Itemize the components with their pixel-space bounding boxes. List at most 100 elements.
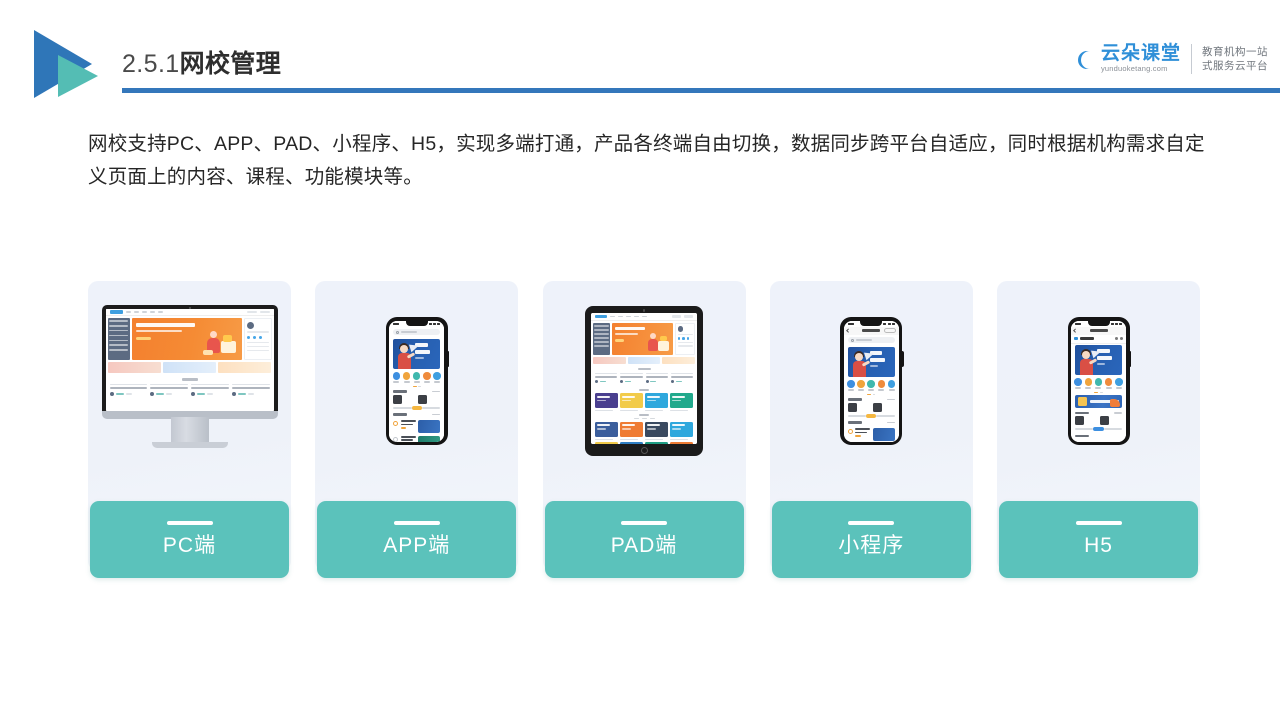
course-tile: [670, 393, 693, 409]
section-header: [1071, 431, 1126, 439]
device-card-h5[interactable]: H5: [997, 281, 1200, 578]
category-item[interactable]: [1104, 378, 1113, 389]
device-card-app[interactable]: APP端: [315, 281, 519, 578]
category-item[interactable]: [1084, 378, 1093, 389]
section-heading: [591, 386, 697, 393]
category-item[interactable]: [867, 380, 875, 391]
banner-headline: [135, 323, 195, 327]
course-tile-item[interactable]: [645, 393, 668, 412]
course-card[interactable]: [1100, 416, 1122, 426]
device-card-pad[interactable]: PAD端: [542, 281, 746, 578]
course-list-item[interactable]: [389, 418, 444, 434]
buy-badge[interactable]: [866, 413, 877, 418]
device-card-miniprogram[interactable]: 小程序: [769, 281, 973, 578]
category-icon-row: [1071, 375, 1126, 391]
category-item[interactable]: [433, 372, 441, 383]
course-card[interactable]: [1075, 416, 1097, 426]
buy-badge[interactable]: [411, 405, 422, 410]
tile-caption: [595, 438, 613, 440]
webcam-icon: [642, 309, 646, 312]
back-icon[interactable]: [846, 328, 850, 333]
more-link[interactable]: [886, 421, 895, 424]
buy-badge[interactable]: [1093, 427, 1104, 432]
course-tile-item[interactable]: [645, 442, 668, 444]
course-tile-item[interactable]: [620, 442, 643, 444]
course-tile: [620, 421, 643, 437]
category-item[interactable]: [423, 372, 431, 383]
course-tile-item[interactable]: [645, 421, 668, 440]
course-tile-item[interactable]: [670, 442, 693, 444]
course-list-item[interactable]: [389, 433, 444, 442]
course-tile-item[interactable]: [620, 393, 643, 412]
course-tile-item[interactable]: [595, 393, 618, 412]
back-icon[interactable]: [1073, 328, 1078, 333]
course-tile-item[interactable]: [670, 421, 693, 440]
nav-item: [618, 315, 623, 318]
promo-banner-row: [106, 362, 274, 373]
course-tile-item[interactable]: [620, 421, 643, 440]
category-item[interactable]: [392, 372, 401, 383]
more-link[interactable]: [886, 398, 895, 401]
course-card[interactable]: [393, 394, 415, 404]
category-item[interactable]: [402, 372, 411, 383]
category-item[interactable]: [887, 380, 896, 391]
category-item[interactable]: [1115, 378, 1123, 389]
ipad-device: [585, 306, 703, 456]
category-item[interactable]: [1074, 378, 1082, 389]
header-actions: [1114, 337, 1123, 340]
device-label-h5[interactable]: H5: [999, 501, 1198, 578]
iphone-device: [385, 317, 450, 445]
desktop-site-mock: [105, 309, 274, 411]
search-icon: [850, 338, 854, 342]
device-label-app[interactable]: APP端: [317, 501, 517, 578]
section-heading: [591, 364, 697, 373]
device-label-pad[interactable]: PAD端: [544, 501, 744, 578]
iphone-device: [840, 317, 904, 445]
section-header: [1071, 408, 1126, 416]
course-thumbnail: [1075, 416, 1084, 426]
device-card-pc[interactable]: PC端: [88, 281, 291, 578]
banner-line3: [1097, 363, 1106, 365]
course-tile: [670, 421, 693, 437]
label-divider-bar: [393, 521, 440, 525]
category-item[interactable]: [857, 380, 865, 391]
course-list-item[interactable]: [844, 426, 899, 442]
course-tile-item[interactable]: [595, 421, 618, 440]
category-item[interactable]: [1094, 378, 1103, 389]
search-bar[interactable]: [389, 327, 444, 338]
capsule-menu-icon[interactable]: [883, 328, 896, 333]
course-card[interactable]: [418, 394, 440, 404]
more-link[interactable]: [1114, 412, 1122, 414]
category-item[interactable]: [877, 380, 886, 391]
course-card[interactable]: [847, 402, 870, 412]
h5-home-mock: [1071, 320, 1126, 442]
device-label-pc[interactable]: PC端: [90, 501, 289, 578]
label-divider-bar: [166, 521, 213, 525]
miniprogram-home-mock: [843, 320, 899, 442]
course-tile-item[interactable]: [670, 393, 693, 412]
course-tile-item[interactable]: [595, 442, 618, 444]
device-label-miniprogram[interactable]: 小程序: [771, 501, 971, 578]
course-card[interactable]: [872, 402, 895, 412]
category-item[interactable]: [412, 372, 421, 383]
search-bar[interactable]: [844, 335, 899, 346]
more-link[interactable]: [432, 413, 441, 416]
site-logo-icon: [1074, 336, 1078, 341]
brand-tagline-line2: 式服务云平台: [1202, 60, 1268, 72]
clock-text: [393, 322, 400, 325]
promo-ad-banner[interactable]: [1075, 395, 1122, 409]
course-item: [231, 383, 270, 397]
imac-device: [101, 305, 278, 457]
course-item: [191, 383, 229, 397]
login-button: [246, 310, 257, 314]
category-row: [109, 329, 128, 332]
panel-row: [246, 345, 269, 348]
course-tile-grid: [591, 393, 697, 412]
device-label-text: 小程序: [838, 534, 905, 557]
phone-display: [843, 320, 899, 442]
avatar: [677, 326, 683, 332]
nav-item: [157, 311, 163, 313]
more-link[interactable]: [432, 390, 441, 393]
category-item[interactable]: [847, 380, 855, 391]
course-tile: [620, 442, 643, 444]
